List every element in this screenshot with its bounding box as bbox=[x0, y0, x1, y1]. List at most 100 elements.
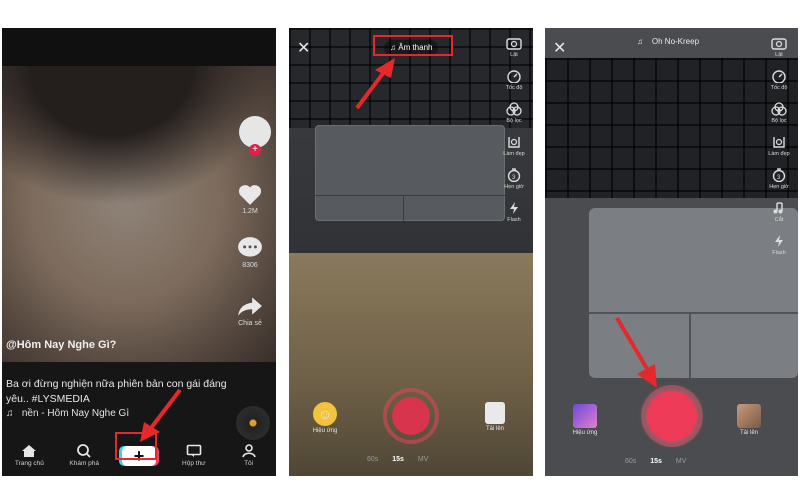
close-icon[interactable]: ✕ bbox=[297, 38, 310, 58]
caption-music-text: nền - Hôm Nay Nghe Gì bbox=[21, 408, 130, 419]
mode-mv[interactable]: MV bbox=[676, 458, 687, 465]
share-arrow-icon bbox=[238, 297, 262, 316]
comment-button[interactable]: 8306 bbox=[232, 236, 268, 269]
comment-count: 8306 bbox=[242, 262, 258, 269]
tool-flip[interactable]: Lật bbox=[765, 36, 793, 58]
like-count: 1.2M bbox=[242, 208, 258, 215]
nav-discover[interactable]: Khám phá bbox=[57, 440, 112, 476]
highlight-box-create bbox=[115, 432, 157, 460]
tool-speed[interactable]: Tốc độ bbox=[500, 69, 528, 91]
svg-text:3: 3 bbox=[512, 175, 516, 181]
tool-flash[interactable]: Flash bbox=[500, 201, 528, 223]
tool-cut[interactable]: Cắt bbox=[765, 201, 793, 223]
nav-inbox[interactable]: Hộp thư bbox=[166, 440, 221, 476]
tool-filter[interactable]: Bộ lọc bbox=[500, 102, 528, 124]
duration-mode-tabs: 60s 15s MV bbox=[361, 456, 434, 463]
nav-home[interactable]: Trang chủ bbox=[2, 440, 57, 476]
upload-button[interactable]: Tải lên bbox=[473, 402, 517, 432]
keyboard-background bbox=[545, 58, 798, 198]
music-note-icon: ♫ bbox=[637, 37, 652, 46]
effects-button[interactable]: ☺ Hiệu ứng bbox=[303, 402, 347, 434]
filter-icon bbox=[771, 102, 787, 116]
like-button[interactable]: 1.2M bbox=[232, 182, 268, 215]
nav-home-label: Trang chủ bbox=[14, 460, 44, 467]
share-label: Chia sẻ bbox=[238, 320, 262, 327]
effects-thumbnail-icon bbox=[573, 404, 597, 428]
mode-15s[interactable]: 15s bbox=[392, 456, 404, 463]
upload-label: Tải lên bbox=[485, 426, 504, 432]
tool-speed-label: Tốc độ bbox=[505, 85, 523, 91]
profile-icon bbox=[241, 444, 256, 458]
tool-timer[interactable]: 3 Hẹn giờ bbox=[765, 168, 793, 190]
mode-mv[interactable]: MV bbox=[418, 456, 429, 463]
tool-speed[interactable]: Tốc độ bbox=[765, 69, 793, 91]
speed-icon bbox=[507, 70, 521, 83]
tool-flip[interactable]: Lật bbox=[500, 36, 528, 58]
timer-icon: 3 bbox=[772, 168, 786, 182]
touchpad-background bbox=[315, 125, 505, 221]
nav-inbox-label: Hộp thư bbox=[182, 460, 206, 467]
tool-filter-label: Bộ lọc bbox=[506, 118, 522, 124]
tool-cut-label: Cắt bbox=[774, 217, 784, 223]
speed-icon bbox=[772, 70, 786, 83]
tool-flash-label: Flash bbox=[772, 250, 786, 256]
highlight-box-sound bbox=[373, 35, 453, 56]
upload-icon bbox=[485, 402, 505, 424]
mode-60s[interactable]: 60s bbox=[367, 456, 378, 463]
beauty-face-icon bbox=[773, 137, 785, 148]
caption-music[interactable]: ♫ nền - Hôm Nay Nghe Gì bbox=[6, 408, 129, 419]
effects-label: Hiệu ứng bbox=[572, 430, 598, 436]
sound-button[interactable]: ♫ Oh No-Kreep bbox=[637, 37, 699, 46]
camera-toolbar: Lật Tốc độ Bộ lọc Làm đẹp 3 Hẹn giờ Cắt … bbox=[765, 36, 793, 267]
tool-flash-label: Flash bbox=[507, 217, 521, 223]
tool-speed-label: Tốc độ bbox=[770, 85, 788, 91]
tool-timer[interactable]: 3 Hẹn giờ bbox=[500, 168, 528, 190]
camera-screen: ✕ ♫ Âm thanh Lật Tốc độ Bộ lọc Làm đẹp 3… bbox=[289, 28, 533, 476]
svg-text:3: 3 bbox=[777, 175, 781, 181]
sound-title: Oh No-Kreep bbox=[651, 37, 700, 46]
record-button[interactable] bbox=[383, 388, 439, 444]
tool-beauty-label: Làm đẹp bbox=[768, 151, 790, 157]
flip-camera-icon bbox=[771, 38, 787, 50]
mode-60s[interactable]: 60s bbox=[625, 458, 636, 465]
nav-profile-label: Tôi bbox=[244, 460, 254, 467]
effects-button[interactable]: Hiệu ứng bbox=[563, 404, 607, 436]
tool-filter-label: Bộ lọc bbox=[771, 118, 787, 124]
feed-screen: + 1.2M 8306 Chia sẻ @Hôm Nay Nghe Gì? Ba… bbox=[2, 28, 276, 476]
upload-button[interactable]: Tải lên bbox=[727, 404, 771, 436]
tool-beauty[interactable]: Làm đẹp bbox=[765, 135, 793, 157]
tool-flip-label: Lật bbox=[775, 52, 783, 58]
mode-15s[interactable]: 15s bbox=[650, 458, 662, 465]
camera-record-screen: ✕ ♫ Oh No-Kreep Lật Tốc độ Bộ lọc Làm đẹ… bbox=[545, 28, 798, 476]
share-button[interactable]: Chia sẻ bbox=[232, 294, 268, 327]
tool-beauty-label: Làm đẹp bbox=[503, 151, 525, 157]
tool-beauty[interactable]: Làm đẹp bbox=[500, 135, 528, 157]
tool-filter[interactable]: Bộ lọc bbox=[765, 102, 793, 124]
tool-timer-label: Hẹn giờ bbox=[504, 184, 524, 190]
upload-thumbnail-icon bbox=[737, 404, 761, 428]
filter-icon bbox=[506, 102, 522, 116]
music-disc[interactable] bbox=[236, 406, 270, 440]
close-icon[interactable]: ✕ bbox=[553, 38, 566, 58]
music-note-icon: ♫ bbox=[6, 408, 22, 419]
tool-flash[interactable]: Flash bbox=[765, 234, 793, 256]
follow-plus-icon[interactable]: + bbox=[249, 144, 261, 156]
flip-camera-icon bbox=[506, 38, 522, 50]
record-button[interactable] bbox=[641, 385, 703, 447]
caption-description: Ba ơi đừng nghiện nữa phiên bản con gái … bbox=[6, 378, 227, 405]
heart-icon bbox=[238, 185, 262, 205]
music-cut-icon bbox=[773, 202, 783, 214]
timer-icon: 3 bbox=[507, 168, 521, 182]
upload-label: Tải lên bbox=[739, 430, 758, 436]
flash-icon bbox=[775, 235, 783, 247]
flash-icon bbox=[510, 202, 518, 214]
comment-icon bbox=[238, 237, 262, 257]
nav-profile[interactable]: Tôi bbox=[221, 440, 276, 476]
camera-toolbar: Lật Tốc độ Bộ lọc Làm đẹp 3 Hẹn giờ Flas… bbox=[500, 36, 528, 234]
duration-mode-tabs: 60s 15s MV bbox=[619, 458, 692, 465]
tool-flip-label: Lật bbox=[510, 52, 518, 58]
nav-discover-label: Khám phá bbox=[69, 460, 100, 467]
beauty-face-icon bbox=[508, 137, 520, 148]
effects-emoji-icon: ☺ bbox=[313, 402, 337, 426]
caption-username[interactable]: @Hôm Nay Nghe Gì? bbox=[6, 339, 116, 351]
